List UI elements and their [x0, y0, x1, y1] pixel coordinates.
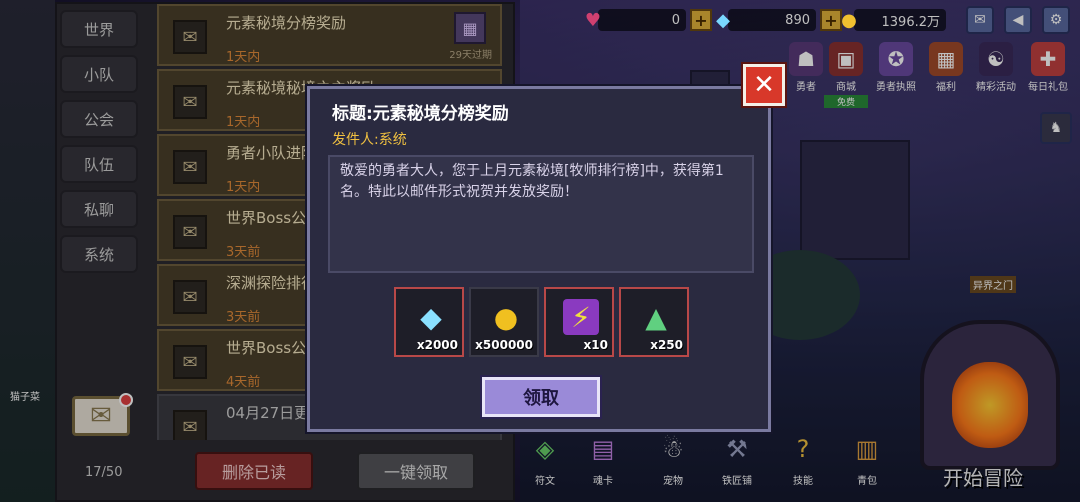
reward-item[interactable]: ● x500000	[469, 287, 539, 357]
claim-button[interactable]: 领取	[482, 377, 600, 417]
diamond-icon: ◆	[420, 300, 442, 334]
mail-body: 敬爱的勇者大人，您于上月元素秘境[牧师排行榜]中，获得第1名。特此以邮件形式祝贺…	[328, 155, 754, 273]
mail-detail-dialog: 标题:元素秘境分榜奖励 发件人:系统 敬爱的勇者大人，您于上月元素秘境[牧师排行…	[307, 86, 771, 432]
gold-coin-icon: ●	[841, 9, 857, 31]
close-button[interactable]: ✕	[743, 64, 785, 106]
mail-sender: 发件人:系统	[332, 132, 407, 148]
gold-coin-icon: ●	[493, 300, 519, 334]
heart-icon: ♥	[584, 9, 602, 31]
rainbow-crystal-icon: ▲	[645, 300, 667, 334]
reward-item[interactable]: ◆ x2000	[394, 287, 464, 357]
reward-item[interactable]: ▲ x250	[619, 287, 689, 357]
close-icon: ✕	[753, 70, 775, 100]
energy-potion-icon: ⚡	[563, 299, 599, 335]
reward-list: ◆ x2000 ● x500000 ⚡ x10 ▲ x250	[394, 287, 689, 357]
diamond-icon: ◆	[716, 9, 730, 31]
mail-title: 标题:元素秘境分榜奖励	[332, 104, 509, 124]
reward-item[interactable]: ⚡ x10	[544, 287, 614, 357]
